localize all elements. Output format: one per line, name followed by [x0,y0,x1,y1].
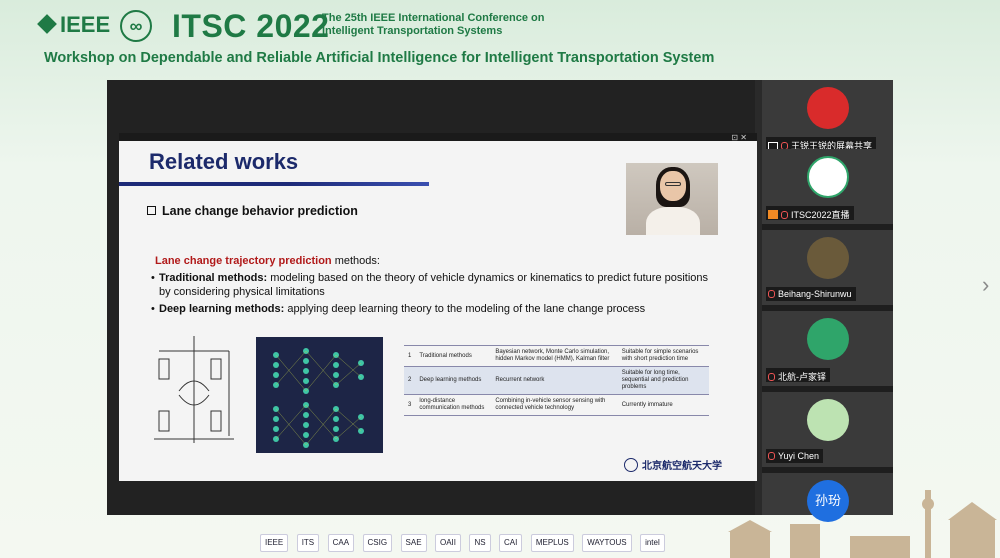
mic-muted-icon [768,290,775,298]
participant-tile[interactable]: 北航-卢家铎 [762,311,893,386]
workshop-title: Workshop on Dependable and Reliable Arti… [44,50,715,66]
photo-avatar [807,237,849,279]
sponsor-logo: WAYTOUS [582,534,632,552]
participant-tile[interactable]: ITSC2022直播 [762,149,893,224]
mascot-avatar [807,87,849,129]
conference-subtitle: The 25th IEEE International Conference o… [322,12,545,37]
methods-intro: Lane change trajectory prediction method… [155,255,380,267]
mic-muted-icon [781,211,788,219]
sponsor-logo: ITS [296,534,320,552]
sponsor-logo: CAI [499,534,523,552]
vehicle-dynamics-diagram [154,336,234,443]
university-logo: 北京航空航天大学 [624,457,722,472]
point-deep-learning: • Deep learning methods: applying deep le… [151,303,646,315]
screen-share-area: ⊡ ✕ Related works Lane change behavior p… [107,80,757,515]
title-underline [119,182,429,186]
city-skyline-decoration [728,490,997,558]
sponsor-logo: NS [469,534,491,552]
sponsor-bar: IEEE ITS CAA CSIG SAE OAII NS CAI MEPLUS… [260,534,720,554]
presenter-webcam [626,163,718,235]
ieee-logo: IEEE [37,12,110,38]
its-society-logo: ∞ [120,10,152,42]
table-row: 3 long-distance communication methods Comb… [404,394,709,416]
up-arrow-avatar [807,318,849,360]
presentation-slide: Related works Lane change behavior predi… [119,141,757,481]
panda-avatar [807,399,849,441]
participant-panel: 王锐王锐的屏幕共享 ITSC2022直播 Beihang-Shirunwu 北航… [762,80,893,522]
conference-title: ITSC 2022 [172,8,330,44]
participant-tile[interactable]: Yuyi Chen [762,392,893,467]
user-icon [768,210,778,219]
mic-muted-icon [768,373,775,381]
sponsor-logo: OAII [434,534,461,552]
participant-tile[interactable]: Beihang-Shirunwu [762,230,893,305]
sponsor-logo: MEPLUS [530,534,574,552]
next-chevron-icon[interactable]: › [982,272,989,298]
table-row: 1 Traditional methods Bayesian network, Mo… [404,345,709,367]
sponsor-logo: IEEE [260,534,289,552]
sponsor-logo: intel [640,534,665,552]
slide-title: Related works [149,149,299,174]
mic-muted-icon [768,452,775,460]
conference-header: IEEE ∞ ITSC 2022 The 25th IEEE Internati… [0,0,1000,48]
meeting-window: ⊡ ✕ Related works Lane change behavior p… [107,80,893,522]
section-heading: Lane change behavior prediction [147,204,358,218]
neural-network-image [256,337,383,453]
slide-toolbar [119,133,757,141]
methods-table: 1 Traditional methods Bayesian network, Mo… [404,345,709,416]
table-row: 2 Deep learning methods Recurrent network S… [404,366,709,395]
sponsor-logo: SAE [400,534,427,552]
sponsor-logo: CSIG [362,534,393,552]
point-traditional: • Traditional methods: modeling based on … [151,272,709,298]
sponsor-logo: CAA [327,534,355,552]
participant-tile[interactable]: 王锐王锐的屏幕共享 [762,80,893,155]
its-logo-avatar [807,156,849,198]
